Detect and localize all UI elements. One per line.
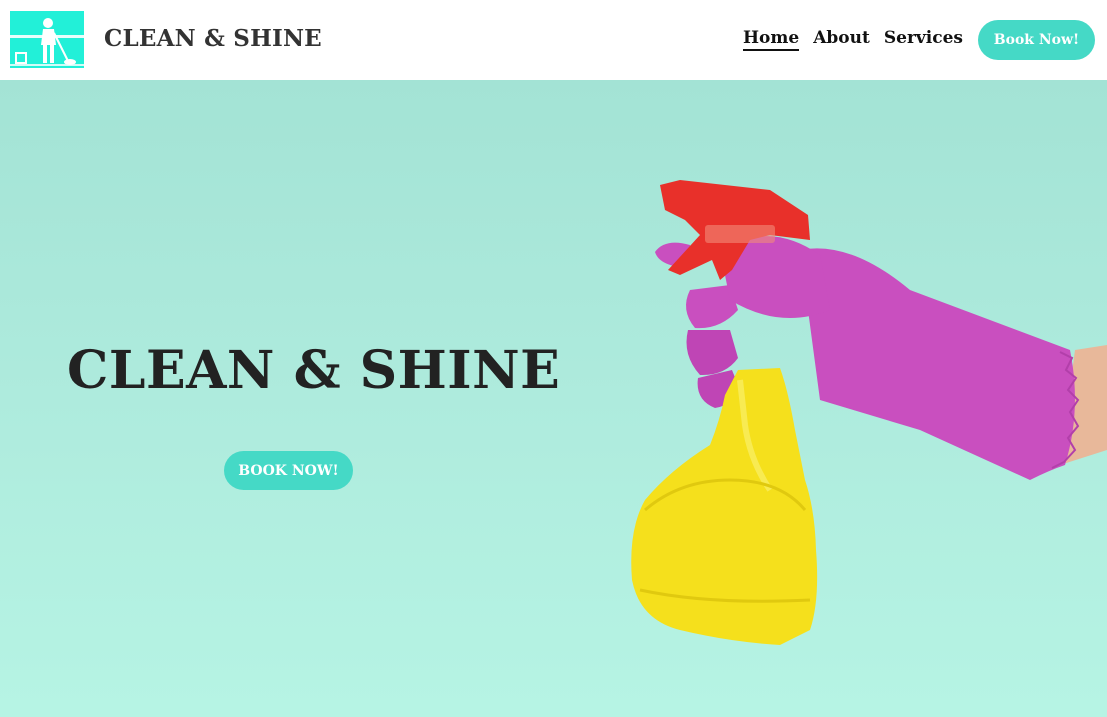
book-now-hero-button[interactable]: BOOK NOW!	[224, 451, 353, 490]
book-now-header-button[interactable]: Book Now!	[978, 20, 1095, 60]
spray-bottle-gloved-hand-icon	[631, 180, 1107, 645]
cleaner-silhouette-icon	[10, 11, 84, 68]
site-header: CLEAN & SHINE Home About Services Book N…	[0, 0, 1107, 80]
glove-cuff-icon	[800, 248, 1075, 480]
hero-section: CLEAN & SHINE BOOK NOW!	[0, 80, 1107, 717]
nav-services[interactable]: Services	[884, 28, 963, 51]
spray-bottle-icon	[631, 368, 818, 645]
brand-name[interactable]: CLEAN & SHINE	[104, 25, 322, 52]
nav-about[interactable]: About	[813, 28, 870, 51]
hero-title: CLEAN & SHINE	[67, 340, 561, 401]
logo[interactable]	[10, 11, 84, 68]
main-nav: Home About Services	[743, 28, 963, 51]
nav-home[interactable]: Home	[743, 28, 800, 51]
